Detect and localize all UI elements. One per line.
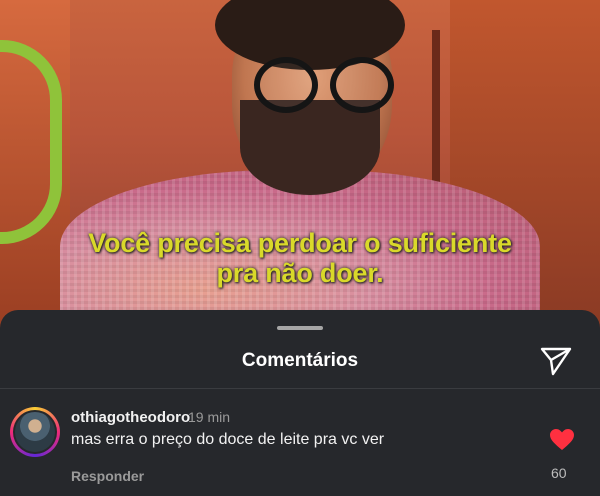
avatar-image <box>15 412 55 452</box>
comment-time: 19 min <box>188 409 231 425</box>
caption-line-2: pra não doer. <box>216 258 384 288</box>
person-beard <box>240 100 380 195</box>
avatar-border <box>13 410 57 454</box>
drag-handle[interactable] <box>277 326 323 330</box>
glasses-right-lens <box>330 57 394 113</box>
comment-text: mas erra o preço do doce de leite pra vc… <box>71 431 385 448</box>
video-caption: Você precisa perdoar o suficiente pra nã… <box>0 228 600 288</box>
video-background: Você precisa perdoar o suficiente pra nã… <box>0 0 600 330</box>
decorative-green-arc <box>0 40 62 244</box>
reply-button[interactable]: Responder <box>71 468 144 484</box>
like-count: 60 <box>551 465 567 481</box>
comment-username[interactable]: othiagotheodoro <box>71 409 190 426</box>
caption-line-1: Você precisa perdoar o suficiente <box>88 228 512 258</box>
avatar[interactable] <box>10 407 60 457</box>
heart-icon[interactable] <box>549 428 575 452</box>
send-icon[interactable] <box>539 343 573 377</box>
header-divider <box>0 388 600 389</box>
comments-sheet: Comentários othiagotheodoro 19 min mas e… <box>0 310 600 496</box>
glasses-left-lens <box>254 57 318 113</box>
comments-title: Comentários <box>241 350 359 371</box>
